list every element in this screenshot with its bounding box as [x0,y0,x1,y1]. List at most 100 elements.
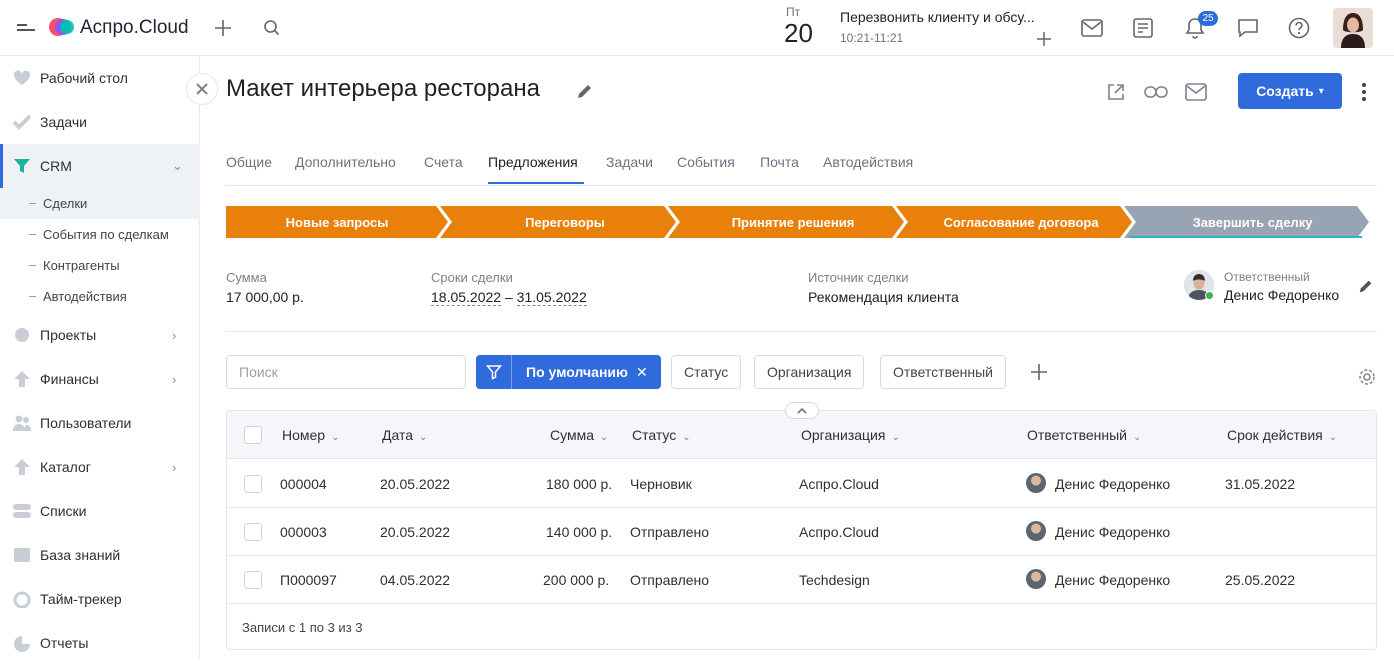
mail-icon[interactable] [1183,80,1209,104]
sidebar-subitem-deal-events[interactable]: События по сделкам [0,219,200,250]
sidebar-item-projects[interactable]: Проекты › [0,313,200,357]
tab-events[interactable]: События [677,154,735,170]
brand-name[interactable]: Аспро.Cloud [80,17,189,39]
column-valid-until[interactable]: Срок действия ⌄ [1227,427,1337,443]
projects-icon [12,326,32,344]
menu-icon[interactable] [16,18,38,38]
row-checkbox[interactable] [244,475,262,493]
cell-owner: Денис Федоренко [1055,524,1171,540]
sidebar-item-knowledge[interactable]: База знаний [0,533,200,577]
sidebar-item-lists[interactable]: Списки [0,489,200,533]
stage-close-deal[interactable]: Завершить сделку [1136,206,1369,238]
reminder-title[interactable]: Перезвонить клиенту и обсу... [840,9,1035,25]
filter-organization[interactable]: Организация [754,355,865,389]
select-all-checkbox[interactable] [244,426,262,444]
column-number[interactable]: Номер ⌄ [282,427,339,443]
notes-icon[interactable] [1131,16,1155,40]
stage-new-requests[interactable]: Новые запросы [226,206,448,238]
sum-value: 17 000,00 р. [226,289,304,305]
sidebar-subitem-deals[interactable]: Сделки [0,188,200,219]
search-icon[interactable] [261,17,283,39]
owner-avatar [1026,521,1046,541]
stage-decision[interactable]: Принятие решения [680,206,906,238]
tab-general[interactable]: Общие [226,154,272,170]
proposals-table: Номер ⌄ Дата ⌄ Сумма ⌄ Статус ⌄ Организация ⌄… [226,410,1377,650]
edit-owner-icon[interactable] [1357,277,1375,295]
sidebar-item-label: База знаний [40,547,121,563]
sidebar-item-desktop[interactable]: Рабочий стол [0,56,200,100]
tab-invoices[interactable]: Счета [424,154,463,170]
tab-tasks[interactable]: Задачи [606,154,653,170]
chevron-down-icon: ⌄ [172,158,183,173]
more-icon[interactable] [1354,80,1374,104]
date-to[interactable]: 31.05.2022 [516,289,587,306]
cell-date: 04.05.2022 [380,572,451,588]
sidebar-item-catalog[interactable]: Каталог › [0,445,200,489]
dash-icon [29,203,36,204]
divider [226,331,1377,332]
help-icon[interactable] [1287,16,1311,40]
row-checkbox[interactable] [244,523,262,541]
clear-filter-icon[interactable]: ✕ [636,364,648,381]
column-sum[interactable]: Сумма ⌄ [550,427,608,443]
cell-number: 000003 [280,524,327,540]
tab-mail[interactable]: Почта [760,154,799,170]
stage-contract[interactable]: Согласование договора [908,206,1134,238]
users-icon [12,414,32,432]
date-from[interactable]: 18.05.2022 [431,289,502,306]
table-row[interactable]: 000004 20.05.2022 180 000 р. Черновик Ас… [227,460,1376,508]
search-input[interactable] [226,355,466,389]
add-reminder-icon[interactable] [1034,29,1054,49]
sidebar-item-reports[interactable]: Отчеты [0,621,200,665]
settings-gear-icon[interactable] [1356,366,1378,388]
plus-icon[interactable] [212,17,234,39]
cell-organization: Аспро.Cloud [799,524,879,540]
tab-proposals[interactable]: Предложения [488,154,578,170]
chat-icon[interactable] [1236,16,1260,40]
sidebar-item-finance[interactable]: Финансы › [0,357,200,401]
sidebar-subitem-label: События по сделкам [43,227,169,242]
table-row[interactable]: П000097 04.05.2022 200 000 р. Отправлено… [227,556,1376,604]
column-owner[interactable]: Ответственный ⌄ [1027,427,1141,443]
row-checkbox[interactable] [244,571,262,589]
sidebar-item-tasks[interactable]: Задачи [0,100,200,144]
table-row[interactable]: 000003 20.05.2022 140 000 р. Отправлено … [227,508,1376,556]
open-external-icon[interactable] [1104,80,1128,104]
close-panel-button[interactable] [186,73,218,105]
sidebar-item-label: Каталог [40,459,91,475]
collapse-filters-button[interactable] [785,402,819,419]
user-avatar[interactable] [1333,8,1373,48]
sidebar-item-crm[interactable]: CRM ⌄ [0,144,200,188]
owner-value[interactable]: Денис Федоренко [1224,287,1339,303]
sidebar: Рабочий стол Задачи CRM ⌄ Сделки События… [0,56,200,659]
column-status[interactable]: Статус ⌄ [632,427,691,443]
active-filter-label: По умолчанию [526,364,628,380]
sidebar-item-timetracker[interactable]: Тайм-трекер [0,577,200,621]
column-organization[interactable]: Организация ⌄ [801,427,900,443]
tab-autoactions[interactable]: Автодействия [823,154,913,170]
sidebar-item-users[interactable]: Пользователи [0,401,200,445]
filter-status[interactable]: Статус [671,355,742,389]
sidebar-subitem-label: Автодействия [43,289,127,304]
sidebar-subitem-autoactions[interactable]: Автодействия [0,281,200,312]
logo-icon[interactable] [48,17,76,37]
filter-owner[interactable]: Ответственный [880,355,1006,389]
sidebar-subitem-contractors[interactable]: Контрагенты [0,250,200,281]
column-date[interactable]: Дата ⌄ [382,427,427,443]
source-label: Источник сделки [808,270,909,285]
online-status-dot [1205,291,1214,300]
edit-title-icon[interactable] [574,80,596,102]
mail-icon[interactable] [1080,16,1104,40]
add-filter-icon[interactable] [1028,361,1050,383]
chevron-up-icon [797,407,807,414]
stage-negotiations[interactable]: Переговоры [452,206,678,238]
cell-owner: Денис Федоренко [1055,572,1171,588]
tab-active-underline [488,182,584,184]
tab-additional[interactable]: Дополнительно [295,154,396,170]
cell-number: 000004 [280,476,327,492]
create-button[interactable]: Создать ▾ [1238,73,1342,109]
tabs-bar: Общие Дополнительно Счета Предложения За… [226,140,1377,186]
sidebar-item-label: Задачи [40,114,88,130]
link-icon[interactable] [1143,80,1169,104]
active-filter-button[interactable]: По умолчанию ✕ [476,355,661,389]
